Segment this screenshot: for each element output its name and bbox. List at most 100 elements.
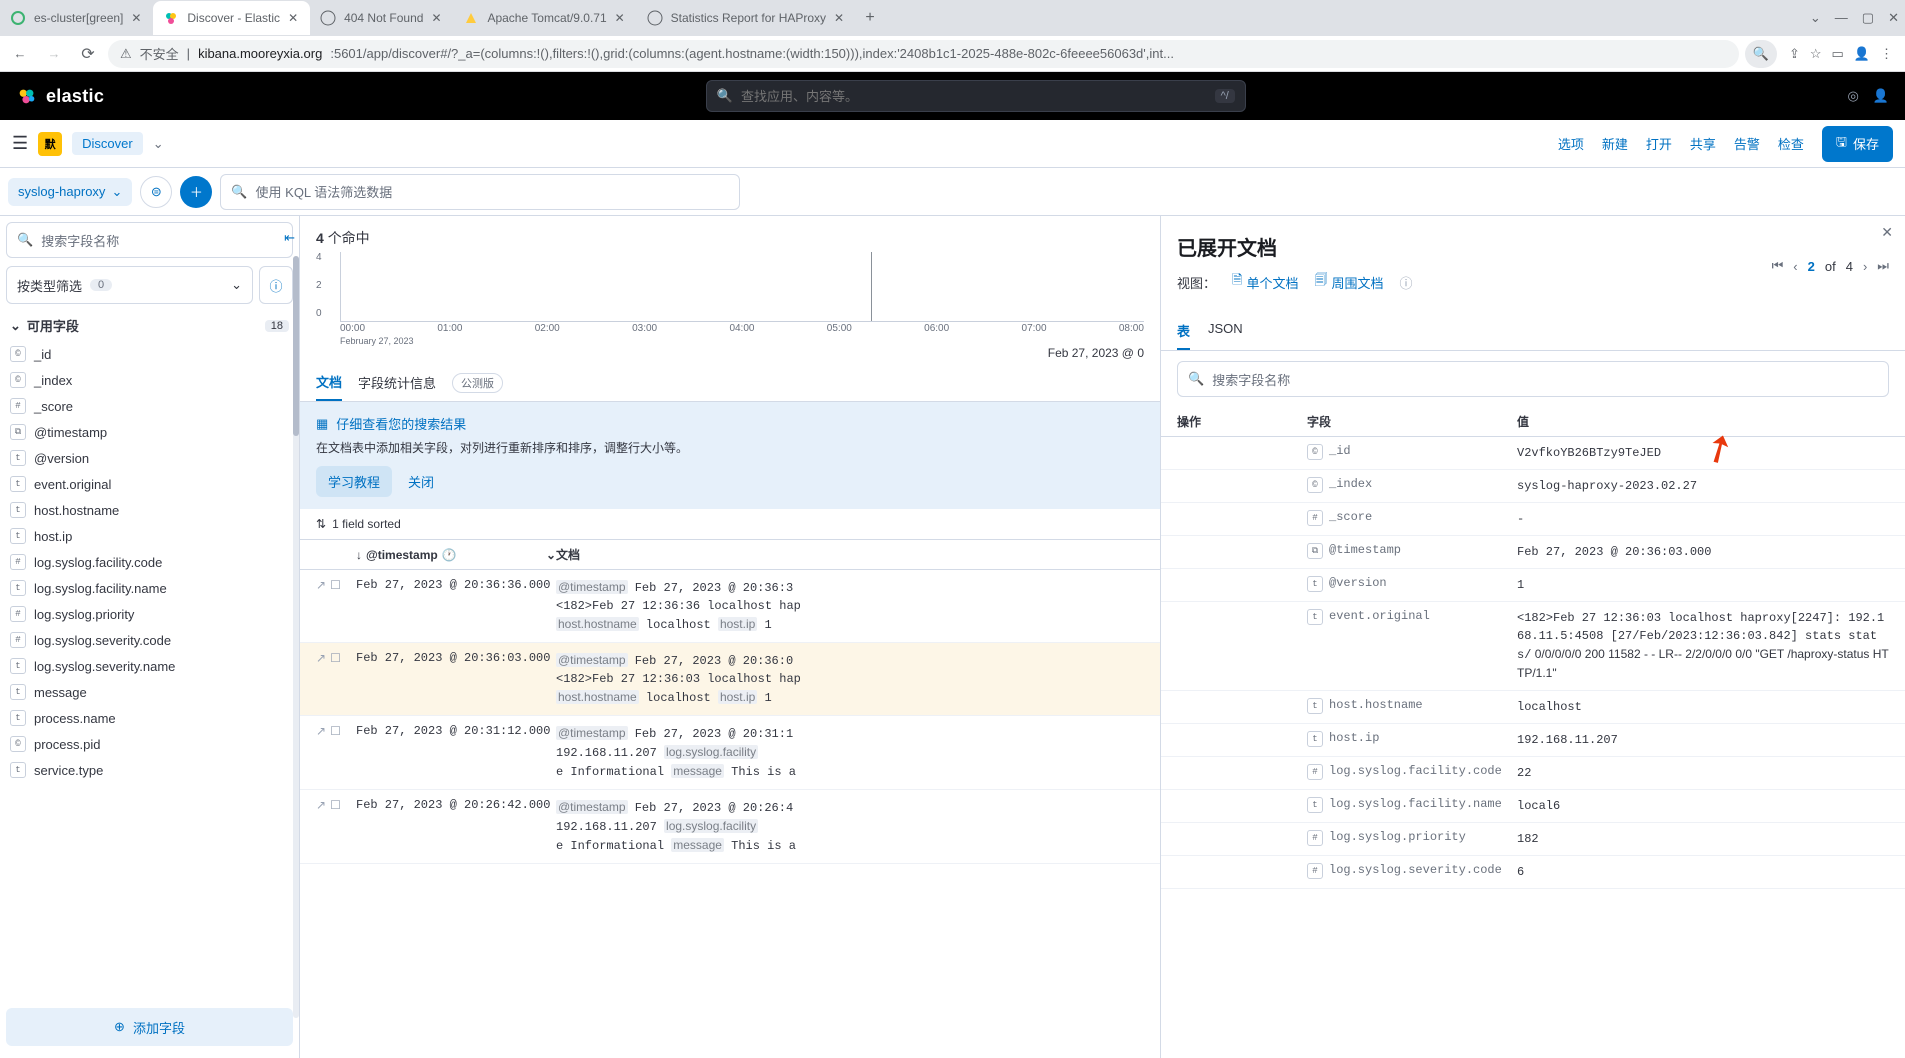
maximize-icon[interactable]: ▢ — [1862, 10, 1874, 26]
flyout-row[interactable]: tevent.original<182>Feb 27 12:36:03 loca… — [1161, 602, 1905, 691]
dataview-selector[interactable]: syslog-haproxy⌄ — [8, 178, 132, 206]
expand-icon[interactable]: ↗ — [316, 724, 326, 738]
row-actions[interactable] — [1177, 764, 1307, 782]
new-tab-button[interactable]: + — [856, 9, 884, 27]
single-doc-link[interactable]: 🗎单个文档 — [1232, 271, 1298, 293]
close-callout-link[interactable]: 关闭 — [408, 472, 434, 491]
expand-icon[interactable]: ↗ — [316, 798, 326, 812]
field-item[interactable]: ©_id — [6, 341, 293, 367]
sort-bar[interactable]: ⇅1 field sorted — [300, 509, 1160, 540]
new-link[interactable]: 新建 — [1602, 134, 1628, 153]
share-icon[interactable]: ⇪ — [1789, 46, 1800, 62]
available-fields-section[interactable]: ⌄可用字段 18 — [6, 310, 293, 341]
space-badge[interactable]: 默 — [38, 132, 62, 156]
field-item[interactable]: tservice.type — [6, 757, 293, 783]
filter-button[interactable]: ⊜ — [140, 176, 172, 208]
user-icon[interactable]: 👤 — [1873, 88, 1889, 104]
info-button[interactable]: ⓘ — [259, 266, 293, 304]
field-item[interactable]: tmessage — [6, 679, 293, 705]
surrounding-docs-link[interactable]: 🗐周围文档 — [1314, 271, 1383, 293]
expand-icon[interactable]: ↗ — [316, 651, 326, 665]
last-page-icon[interactable]: ⏭ — [1877, 258, 1889, 274]
inspect-link[interactable]: 检查 — [1778, 134, 1804, 153]
nav-toggle-button[interactable]: ☰ — [12, 133, 28, 154]
app-breadcrumb[interactable]: Discover — [72, 132, 143, 155]
menu-icon[interactable]: ⋮ — [1880, 46, 1893, 62]
flyout-row[interactable]: #log.syslog.severity.code6 — [1161, 856, 1905, 889]
chevron-down-icon[interactable]: ⌄ — [153, 136, 164, 152]
row-actions[interactable] — [1177, 698, 1307, 716]
field-item[interactable]: ©process.pid — [6, 731, 293, 757]
field-item[interactable]: #_score — [6, 393, 293, 419]
options-link[interactable]: 选项 — [1558, 134, 1584, 153]
field-search[interactable]: 🔍 搜索字段名称 — [6, 222, 293, 258]
row-actions[interactable] — [1177, 609, 1307, 683]
reload-button[interactable]: ⟳ — [74, 40, 102, 68]
browser-tab[interactable]: 404 Not Found ✕ — [310, 1, 453, 35]
info-icon[interactable]: ⓘ — [1400, 273, 1413, 292]
tab-documents[interactable]: 文档 — [316, 364, 342, 401]
close-icon[interactable]: ✕ — [131, 11, 143, 25]
row-actions[interactable] — [1177, 510, 1307, 528]
row-actions[interactable] — [1177, 576, 1307, 594]
field-item[interactable]: #log.syslog.severity.code — [6, 627, 293, 653]
row-actions[interactable] — [1177, 830, 1307, 848]
url-input[interactable]: ⚠ 不安全 | kibana.mooreyxia.org:5601/app/di… — [108, 40, 1739, 68]
close-icon[interactable]: ✕ — [615, 11, 627, 25]
flyout-row[interactable]: tlog.syslog.facility.namelocal6 — [1161, 790, 1905, 823]
column-timestamp[interactable]: ↓@timestamp🕐⌄ — [356, 546, 556, 563]
table-row[interactable]: ↗☐Feb 27, 2023 @ 20:31:12.000@timestamp … — [300, 716, 1160, 790]
brand-logo[interactable]: elastic — [16, 85, 104, 107]
field-item[interactable]: #log.syslog.facility.code — [6, 549, 293, 575]
tab-table[interactable]: 表 — [1177, 313, 1190, 350]
row-actions[interactable] — [1177, 863, 1307, 881]
flyout-row[interactable]: #_score- — [1161, 503, 1905, 536]
close-icon[interactable]: ✕ — [288, 11, 300, 25]
bookmark-icon[interactable]: ☆ — [1810, 46, 1822, 62]
field-item[interactable]: tprocess.name — [6, 705, 293, 731]
column-document[interactable]: 文档 — [556, 546, 1144, 563]
field-item[interactable]: tevent.original — [6, 471, 293, 497]
browser-tab[interactable]: es-cluster[green] ✕ — [0, 1, 153, 35]
checkbox[interactable]: ☐ — [330, 578, 341, 592]
field-item[interactable]: thost.ip — [6, 523, 293, 549]
flyout-row[interactable]: thost.hostnamelocalhost — [1161, 691, 1905, 724]
table-row[interactable]: ↗☐Feb 27, 2023 @ 20:36:03.000@timestamp … — [300, 643, 1160, 716]
first-page-icon[interactable]: ⏮ — [1772, 258, 1784, 274]
field-item[interactable]: tlog.syslog.facility.name — [6, 575, 293, 601]
forward-button[interactable]: → — [40, 40, 68, 68]
reader-icon[interactable]: ▭ — [1832, 46, 1844, 62]
next-page-icon[interactable]: › — [1863, 259, 1867, 274]
add-field-button[interactable]: ⊕添加字段 — [6, 1008, 293, 1046]
header-search[interactable]: 🔍 ^/ — [706, 80, 1246, 112]
flyout-row[interactable]: #log.syslog.facility.code22 — [1161, 757, 1905, 790]
row-actions[interactable] — [1177, 444, 1307, 462]
checkbox[interactable]: ☐ — [330, 798, 341, 812]
row-actions[interactable] — [1177, 797, 1307, 815]
search-icon[interactable]: 🔍 — [1745, 40, 1777, 68]
close-icon[interactable]: ✕ — [431, 11, 443, 25]
field-item[interactable]: t@version — [6, 445, 293, 471]
row-actions[interactable] — [1177, 477, 1307, 495]
tab-json[interactable]: JSON — [1208, 313, 1243, 350]
query-input[interactable]: 🔍 使用 KQL 语法筛选数据 — [220, 174, 740, 210]
learn-button[interactable]: 学习教程 — [316, 466, 392, 497]
row-actions[interactable] — [1177, 731, 1307, 749]
alerts-link[interactable]: 告警 — [1734, 134, 1760, 153]
flyout-row[interactable]: ⧉@timestampFeb 27, 2023 @ 20:36:03.000 — [1161, 536, 1905, 569]
row-actions[interactable] — [1177, 543, 1307, 561]
field-item[interactable]: #log.syslog.priority — [6, 601, 293, 627]
browser-tab[interactable]: Statistics Report for HAProxy ✕ — [637, 1, 856, 35]
header-search-input[interactable] — [741, 89, 1207, 104]
chevron-down-icon[interactable]: ⌄ — [546, 548, 556, 562]
close-icon[interactable]: ✕ — [834, 11, 846, 25]
minimize-icon[interactable]: — — [1835, 10, 1848, 26]
chevron-down-icon[interactable]: ⌄ — [1810, 10, 1821, 26]
save-button[interactable]: 🖫保存 — [1822, 126, 1893, 162]
help-icon[interactable]: ◎ — [1847, 88, 1858, 104]
flyout-row[interactable]: ©_indexsyslog-haproxy-2023.02.27 — [1161, 470, 1905, 503]
field-item[interactable]: tlog.syslog.severity.name — [6, 653, 293, 679]
table-row[interactable]: ↗☐Feb 27, 2023 @ 20:26:42.000@timestamp … — [300, 790, 1160, 864]
flyout-row[interactable]: thost.ip192.168.11.207 — [1161, 724, 1905, 757]
flyout-field-search[interactable]: 🔍 搜索字段名称 — [1177, 361, 1889, 397]
